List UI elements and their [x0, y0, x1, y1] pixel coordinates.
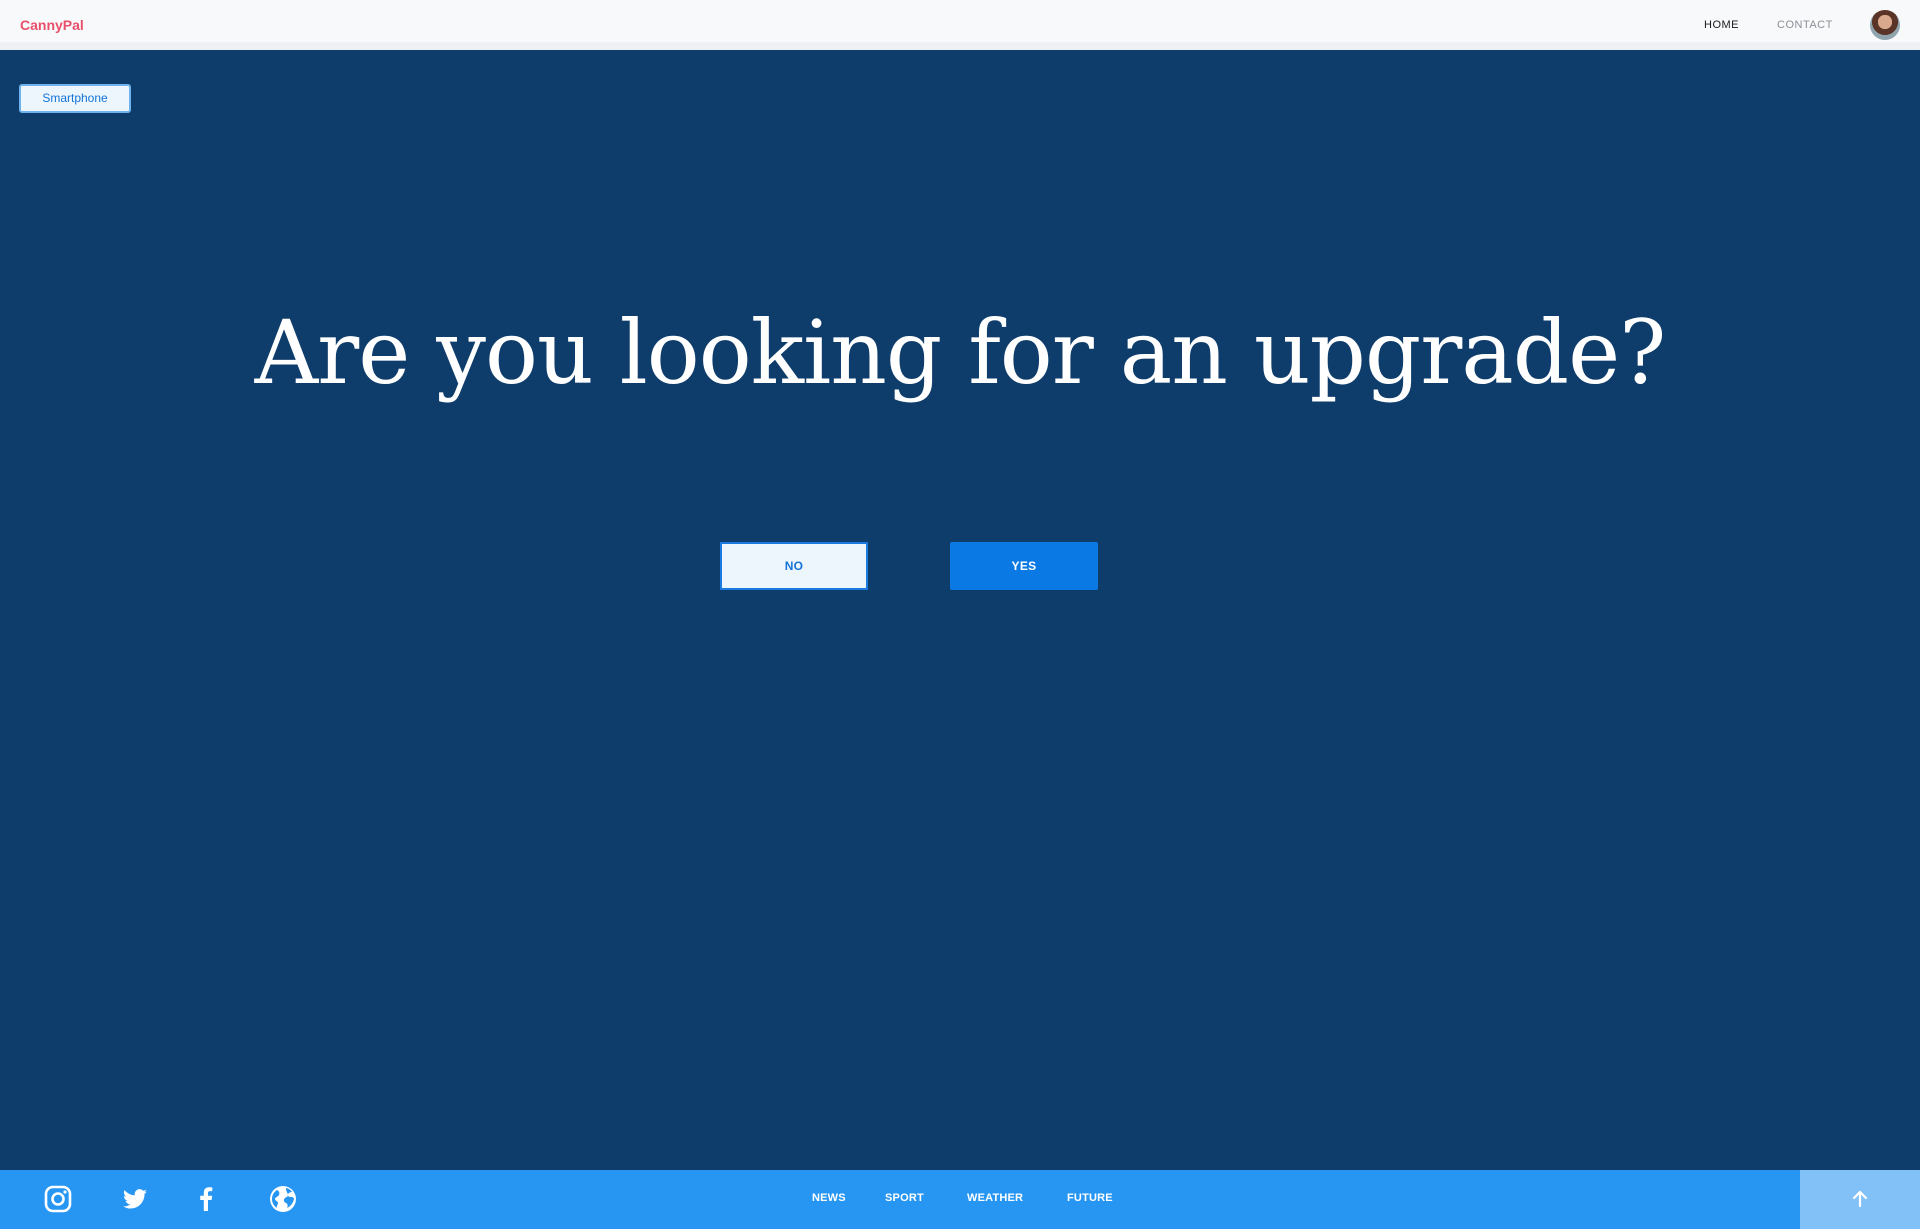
globe-icon[interactable] [268, 1184, 298, 1214]
nav-contact[interactable]: CONTACT [1777, 19, 1833, 31]
yes-button[interactable]: YES [950, 542, 1098, 590]
hero-section [0, 58, 1920, 1170]
nav-home[interactable]: HOME [1704, 19, 1739, 31]
back-to-top-button[interactable] [1800, 1170, 1920, 1229]
footer-link-future[interactable]: FUTURE [1067, 1192, 1113, 1204]
twitter-icon[interactable] [120, 1184, 150, 1214]
arrow-up-icon [1852, 1190, 1868, 1208]
top-navbar: CannyPal HOME CONTACT [0, 0, 1920, 50]
page-headline: Are you looking for an upgrade? [254, 301, 1667, 404]
no-button[interactable]: NO [720, 542, 868, 590]
footer-bar: NEWS SPORT WEATHER FUTURE [0, 1170, 1920, 1229]
instagram-icon[interactable] [43, 1184, 73, 1214]
footer-link-weather[interactable]: WEATHER [967, 1192, 1023, 1204]
brand-logo[interactable]: CannyPal [20, 17, 84, 33]
user-avatar[interactable] [1870, 10, 1900, 40]
footer-link-sport[interactable]: SPORT [885, 1192, 924, 1204]
facebook-icon[interactable] [191, 1184, 221, 1214]
footer-link-news[interactable]: NEWS [812, 1192, 846, 1204]
category-chip-smartphone[interactable]: Smartphone [19, 84, 131, 113]
